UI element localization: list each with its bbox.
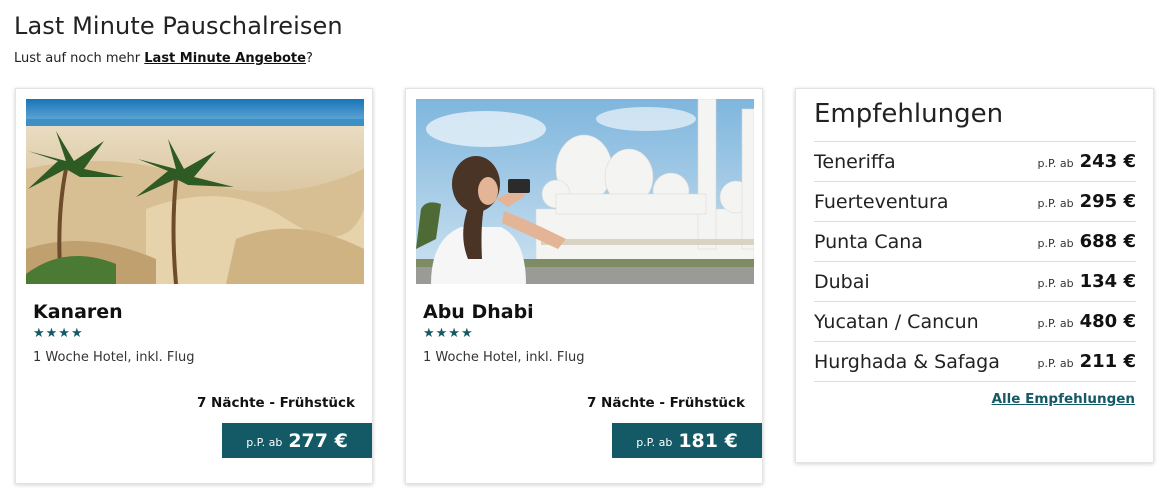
- price-prefix: p.P. ab: [1037, 317, 1074, 330]
- recommendation-name: Yucatan / Cancun: [814, 310, 979, 333]
- subtitle: Lust auf noch mehr Last Minute Angebote?: [14, 51, 313, 66]
- subtitle-text: Lust auf noch mehr: [14, 51, 145, 66]
- price-button[interactable]: p.P. ab 181 €: [612, 423, 762, 458]
- destination-name[interactable]: Kanaren: [33, 301, 123, 323]
- offer-card-kanaren[interactable]: Kanaren ★★★★ 1 Woche Hotel, inkl. Flug 7…: [15, 88, 373, 484]
- recommendation-name: Hurghada & Safaga: [814, 350, 1000, 373]
- recommendation-item[interactable]: Teneriffa p.P. ab 243 €: [814, 141, 1136, 181]
- subtitle-suffix: ?: [305, 51, 313, 66]
- price-prefix: p.P. ab: [1037, 157, 1074, 170]
- board-info: 7 Nächte - Frühstück: [196, 395, 355, 411]
- recommendation-name: Fuerteventura: [814, 190, 949, 213]
- price-amount: 480 €: [1079, 311, 1136, 332]
- recommendation-price: p.P. ab 295 €: [1038, 191, 1137, 212]
- recommendation-price: p.P. ab 134 €: [1038, 271, 1137, 292]
- price-amount: 211 €: [1079, 351, 1136, 372]
- destination-name[interactable]: Abu Dhabi: [423, 301, 534, 323]
- offer-description: 1 Woche Hotel, inkl. Flug: [33, 350, 195, 365]
- all-recommendations-link[interactable]: Alle Empfehlungen: [992, 391, 1135, 407]
- price-prefix: p.P. ab: [1037, 357, 1074, 370]
- recommendation-name: Dubai: [814, 270, 870, 293]
- star-rating: ★★★★: [423, 326, 474, 341]
- board-info: 7 Nächte - Frühstück: [586, 395, 745, 411]
- price-prefix: p.P. ab: [636, 435, 673, 449]
- page-title: Last Minute Pauschalreisen: [14, 12, 343, 40]
- price-prefix: p.P. ab: [246, 435, 283, 449]
- price-amount: 134 €: [1079, 271, 1136, 292]
- recommendation-item[interactable]: Yucatan / Cancun p.P. ab 480 €: [814, 301, 1136, 341]
- price-amount: 243 €: [1079, 151, 1136, 172]
- recommendation-item[interactable]: Hurghada & Safaga p.P. ab 211 €: [814, 341, 1136, 382]
- last-minute-offers-link[interactable]: Last Minute Angebote: [144, 51, 306, 66]
- recommendation-item[interactable]: Dubai p.P. ab 134 €: [814, 261, 1136, 301]
- recommendation-item[interactable]: Fuerteventura p.P. ab 295 €: [814, 181, 1136, 221]
- recommendations-list: Teneriffa p.P. ab 243 € Fuerteventura p.…: [814, 141, 1136, 382]
- price-amount: 277 €: [288, 429, 348, 452]
- recommendation-name: Teneriffa: [814, 150, 896, 173]
- recommendation-item[interactable]: Punta Cana p.P. ab 688 €: [814, 221, 1136, 261]
- recommendation-price: p.P. ab 480 €: [1038, 311, 1137, 332]
- price-amount: 181 €: [678, 429, 738, 452]
- price-prefix: p.P. ab: [1037, 197, 1074, 210]
- price-amount: 688 €: [1079, 231, 1136, 252]
- destination-image-kanaren[interactable]: [26, 99, 364, 284]
- offer-description: 1 Woche Hotel, inkl. Flug: [423, 350, 585, 365]
- price-prefix: p.P. ab: [1037, 277, 1074, 290]
- recommendation-price: p.P. ab 243 €: [1038, 151, 1137, 172]
- star-rating: ★★★★: [33, 326, 84, 341]
- offer-card-abu-dhabi[interactable]: Abu Dhabi ★★★★ 1 Woche Hotel, inkl. Flug…: [405, 88, 763, 484]
- recommendation-name: Punta Cana: [814, 230, 923, 253]
- price-prefix: p.P. ab: [1037, 237, 1074, 250]
- mosque-photo-image: [416, 99, 754, 284]
- price-button[interactable]: p.P. ab 277 €: [222, 423, 372, 458]
- desert-dunes-palms-image: [26, 99, 364, 284]
- recommendations-title: Empfehlungen: [814, 99, 1004, 129]
- recommendations-panel: Empfehlungen Teneriffa p.P. ab 243 € Fue…: [795, 88, 1154, 463]
- destination-image-abu-dhabi[interactable]: [416, 99, 754, 284]
- recommendation-price: p.P. ab 688 €: [1038, 231, 1137, 252]
- price-amount: 295 €: [1079, 191, 1136, 212]
- recommendation-price: p.P. ab 211 €: [1038, 351, 1137, 372]
